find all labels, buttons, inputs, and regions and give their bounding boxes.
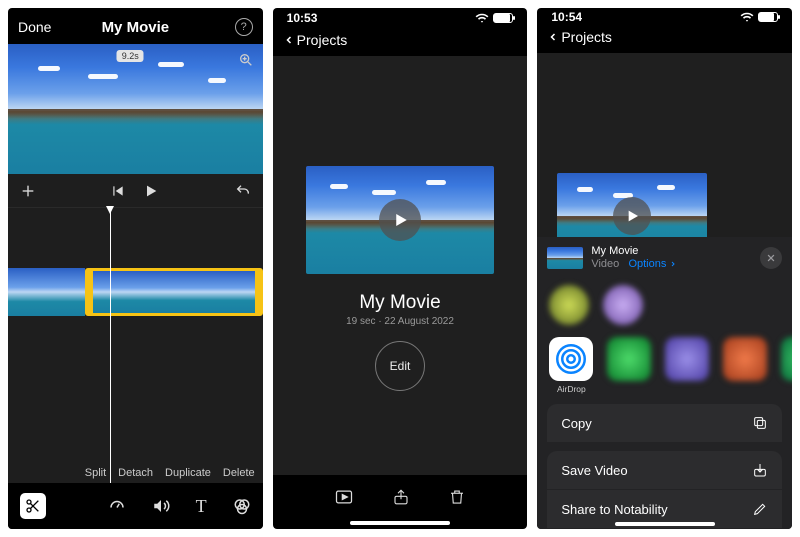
editor-nav: Done My Movie ? xyxy=(8,8,263,44)
share-notability-label: Share to Notability xyxy=(561,502,667,517)
share-sheet-header: My Movie Video Options xyxy=(537,237,792,279)
edit-button[interactable]: Edit xyxy=(375,341,425,391)
share-thumb xyxy=(547,247,583,269)
screen-editor: Done My Movie ? 9.2s xyxy=(8,8,263,529)
share-title: My Movie xyxy=(591,245,752,258)
save-video-label: Save Video xyxy=(561,463,627,478)
airdrop-label: AirDrop xyxy=(557,384,586,394)
project-title: My Movie xyxy=(359,292,440,314)
screen-project-detail: 10:53 Projects xyxy=(273,8,528,529)
wifi-icon xyxy=(475,11,489,25)
play-overlay-icon xyxy=(379,199,421,241)
play-fullscreen-button[interactable] xyxy=(334,487,354,507)
back-label: Projects xyxy=(561,29,612,45)
share-button[interactable] xyxy=(392,487,410,507)
done-button[interactable]: Done xyxy=(18,19,51,35)
help-button[interactable]: ? xyxy=(235,18,253,36)
app-suggestion[interactable] xyxy=(607,337,651,381)
battery-icon xyxy=(493,13,513,23)
back-button[interactable]: Projects xyxy=(283,32,348,48)
pencil-icon xyxy=(752,501,768,517)
share-contacts-row[interactable] xyxy=(537,279,792,331)
share-apps-row[interactable]: AirDrop xyxy=(537,331,792,400)
chevron-left-icon xyxy=(547,29,559,45)
app-suggestion[interactable] xyxy=(665,337,709,381)
share-options-link[interactable]: Options xyxy=(628,258,677,270)
save-icon xyxy=(752,462,768,478)
filters-tool[interactable] xyxy=(233,497,251,515)
add-media-button[interactable] xyxy=(20,183,36,199)
delete-button[interactable] xyxy=(448,487,466,507)
clip-unselected[interactable] xyxy=(8,268,85,316)
volume-tool[interactable] xyxy=(152,497,170,515)
contact-suggestion[interactable] xyxy=(549,285,589,325)
share-type: Video xyxy=(591,258,619,270)
duration-badge: 9.2s xyxy=(117,50,144,62)
status-bar: 10:54 xyxy=(537,8,792,25)
project-actions xyxy=(273,475,528,521)
play-overlay-icon xyxy=(613,197,651,235)
titles-tool[interactable]: T xyxy=(196,496,207,517)
prev-frame-button[interactable] xyxy=(111,184,125,198)
timeline[interactable]: Split Detach Duplicate Delete xyxy=(8,208,263,483)
copy-icon xyxy=(752,415,768,431)
copy-action[interactable]: Copy xyxy=(547,404,782,443)
editor-toolbar: T xyxy=(8,483,263,529)
duplicate-button[interactable]: Duplicate xyxy=(165,467,211,479)
zoom-button[interactable] xyxy=(236,50,256,70)
video-preview[interactable]: 9.2s xyxy=(8,44,263,174)
project-meta: 19 sec · 22 August 2022 xyxy=(346,316,454,327)
wifi-icon xyxy=(740,10,754,24)
clip-actions-row: Split Detach Duplicate Delete xyxy=(85,467,255,479)
project-title: My Movie xyxy=(96,19,174,36)
back-button[interactable]: Projects xyxy=(547,29,612,45)
clip-selected[interactable] xyxy=(85,268,263,316)
project-body-dimmed xyxy=(537,53,792,236)
scissors-tool[interactable] xyxy=(20,493,46,519)
back-label: Projects xyxy=(297,32,348,48)
project-nav: Projects xyxy=(273,28,528,56)
status-time: 10:54 xyxy=(551,10,582,24)
status-bar: 10:53 xyxy=(273,8,528,28)
play-button[interactable] xyxy=(143,183,159,199)
project-body: My Movie 19 sec · 22 August 2022 Edit xyxy=(273,56,528,475)
undo-button[interactable] xyxy=(235,183,251,199)
project-nav: Projects xyxy=(537,25,792,53)
delete-button[interactable]: Delete xyxy=(223,467,255,479)
app-suggestion[interactable] xyxy=(723,337,767,381)
contact-suggestion[interactable] xyxy=(603,285,643,325)
home-indicator[interactable] xyxy=(350,521,450,525)
close-sheet-button[interactable] xyxy=(760,247,782,269)
home-indicator[interactable] xyxy=(615,522,715,526)
speed-tool[interactable] xyxy=(108,497,126,515)
timeline-track[interactable] xyxy=(8,268,263,316)
split-button[interactable]: Split xyxy=(85,467,106,479)
chevron-left-icon xyxy=(283,32,295,48)
battery-icon xyxy=(758,12,778,22)
project-thumbnail[interactable] xyxy=(306,166,494,274)
copy-label: Copy xyxy=(561,416,591,431)
playhead[interactable] xyxy=(110,208,111,483)
detach-button[interactable]: Detach xyxy=(118,467,153,479)
airdrop-app[interactable]: AirDrop xyxy=(549,337,593,394)
save-video-action[interactable]: Save Video xyxy=(547,451,782,490)
transport-bar xyxy=(8,174,263,208)
share-actions-list: Copy Save Video Share to Notability xyxy=(537,404,792,529)
share-sheet: My Movie Video Options xyxy=(537,237,792,529)
screen-share-sheet: 10:54 Projects xyxy=(537,8,792,529)
status-time: 10:53 xyxy=(287,11,318,25)
app-suggestion[interactable] xyxy=(781,337,792,381)
